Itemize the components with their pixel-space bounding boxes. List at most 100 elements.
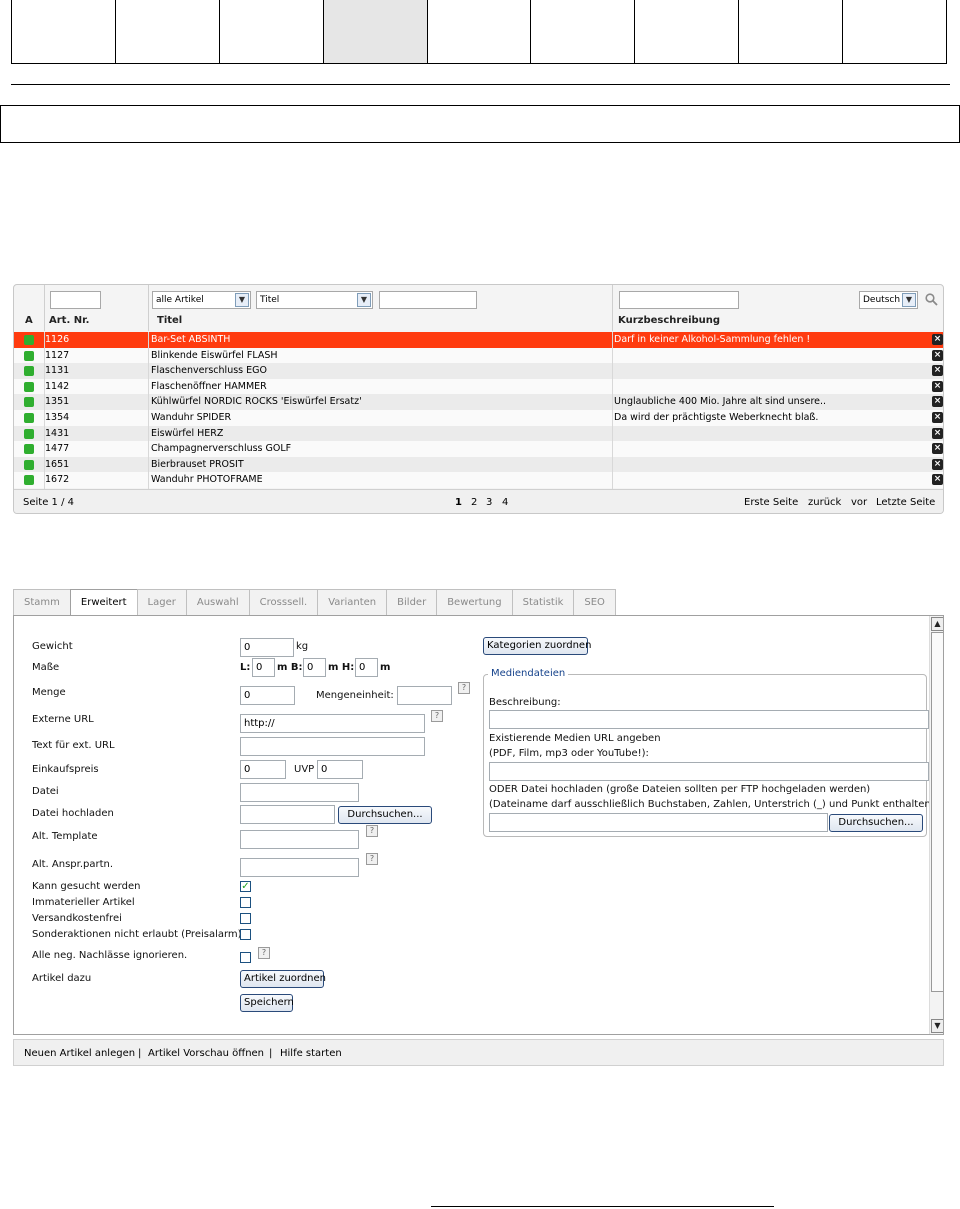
media-file-input[interactable] <box>489 813 828 832</box>
tab-auswahl[interactable]: Auswahl <box>185 589 250 616</box>
next-page-link[interactable]: vor <box>851 497 867 508</box>
close-icon[interactable]: × <box>932 380 943 392</box>
scroll-up-icon[interactable]: ▲ <box>931 617 943 631</box>
close-icon[interactable]: × <box>932 334 943 345</box>
top-nav-cell-active[interactable] <box>322 0 427 63</box>
text-ext-url-input[interactable] <box>240 737 425 756</box>
search-field-select[interactable]: Titel ▼ <box>256 291 373 309</box>
gewicht-input[interactable]: 0 <box>240 638 294 657</box>
help-icon[interactable]: ? <box>366 853 378 865</box>
preview-link[interactable]: Artikel Vorschau öffnen <box>148 1048 264 1059</box>
browse-button[interactable]: Durchsuchen... <box>338 806 432 824</box>
top-nav-cell[interactable] <box>530 0 634 63</box>
tab-seo[interactable]: SEO <box>573 589 616 616</box>
help-icon[interactable]: ? <box>366 825 378 837</box>
file-upload-input[interactable] <box>240 805 335 824</box>
width-input[interactable]: 0 <box>303 658 326 677</box>
close-icon[interactable]: × <box>932 365 943 377</box>
alt-template-input[interactable] <box>240 830 359 849</box>
last-page-link[interactable]: Letzte Seite <box>876 497 935 508</box>
art-nr-filter-input[interactable] <box>50 291 101 309</box>
col-header-titel[interactable]: Titel <box>157 315 182 326</box>
searchable-checkbox[interactable]: ✓ <box>240 881 251 892</box>
table-row[interactable]: 1351 Kühlwürfel NORDIC ROCKS 'Eiswürfel … <box>14 394 943 410</box>
tab-lager[interactable]: Lager <box>136 589 187 616</box>
title-filter-input[interactable] <box>379 291 477 309</box>
ignore-discounts-checkbox[interactable] <box>240 952 251 963</box>
close-icon[interactable]: × <box>932 411 943 423</box>
menge-input[interactable]: 0 <box>240 686 295 705</box>
new-article-link[interactable]: Neuen Artikel anlegen <box>24 1048 135 1059</box>
height-input[interactable]: 0 <box>355 658 378 677</box>
scroll-down-icon[interactable]: ▼ <box>931 1019 943 1033</box>
top-nav-cell[interactable] <box>426 0 531 63</box>
save-button[interactable]: Speichern <box>240 994 294 1012</box>
tab-bewertung[interactable]: Bewertung <box>436 589 513 616</box>
help-icon[interactable]: ? <box>458 682 470 694</box>
tab-bilder[interactable]: Bilder <box>386 589 438 616</box>
media-url-input[interactable] <box>489 762 929 781</box>
table-row[interactable]: 1354 Wanduhr SPIDER Da wird der prächtig… <box>14 409 943 426</box>
col-header-kurzbeschreibung[interactable]: Kurzbeschreibung <box>618 315 720 326</box>
help-link[interactable]: Hilfe starten <box>280 1048 342 1059</box>
close-icon[interactable]: × <box>932 474 943 486</box>
mengeneinheit-input[interactable] <box>397 686 452 705</box>
tab-crosssell[interactable]: Crosssell. <box>248 589 319 616</box>
prev-page-link[interactable]: zurück <box>808 497 841 508</box>
status-dot-icon <box>24 335 34 345</box>
tab-erweitert[interactable]: Erweitert <box>69 589 138 617</box>
help-icon[interactable]: ? <box>258 947 270 959</box>
page-link-2[interactable]: 2 <box>471 497 477 508</box>
close-icon[interactable]: × <box>932 443 943 455</box>
language-select[interactable]: Deutsch ▼ <box>859 291 918 309</box>
table-row[interactable]: 1431 Eiswürfel HERZ × <box>14 425 943 442</box>
magnifier-icon[interactable] <box>925 293 938 306</box>
table-row[interactable]: 1127 Blinkende Eiswürfel FLASH × <box>14 347 943 364</box>
col-header-a[interactable]: A <box>25 315 33 326</box>
externe-url-input[interactable]: http:// <box>240 714 425 733</box>
article-type-select[interactable]: alle Artikel ▼ <box>152 291 251 309</box>
einkaufspreis-input[interactable]: 0 <box>240 760 286 779</box>
length-input[interactable]: 0 <box>252 658 275 677</box>
assign-categories-button[interactable]: Kategorien zuordnen <box>483 637 591 655</box>
table-row-selected[interactable]: 1126 Bar-Set ABSINTH Darf in keiner Alko… <box>14 332 943 348</box>
close-icon[interactable]: × <box>932 349 943 361</box>
no-specials-checkbox[interactable] <box>240 929 251 940</box>
media-browse-button[interactable]: Durchsuchen... <box>829 814 923 832</box>
help-icon[interactable]: ? <box>431 710 443 722</box>
cell-titel: Wanduhr SPIDER <box>151 411 232 423</box>
kurz-filter-input[interactable] <box>619 291 739 309</box>
free-shipping-checkbox[interactable] <box>240 913 251 924</box>
tab-varianten[interactable]: Varianten <box>317 589 388 616</box>
close-icon[interactable]: × <box>932 427 943 439</box>
scroll-thumb[interactable] <box>931 632 943 992</box>
top-nav-cell[interactable] <box>12 0 115 63</box>
table-row[interactable]: 1477 Champagnerverschluss GOLF × <box>14 441 943 457</box>
close-icon[interactable]: × <box>932 458 943 470</box>
top-nav-cell[interactable] <box>114 0 219 63</box>
table-row[interactable]: 1651 Bierbrauset PROSIT × <box>14 456 943 473</box>
tab-stamm[interactable]: Stamm <box>13 589 71 616</box>
top-nav-cell[interactable] <box>634 0 738 63</box>
search-bar[interactable] <box>0 105 960 143</box>
col-header-art-nr[interactable]: Art. Nr. <box>49 315 89 326</box>
top-nav-cell[interactable] <box>842 0 946 63</box>
form-scrollbar[interactable]: ▲ ▼ <box>929 616 943 1034</box>
first-page-link[interactable]: Erste Seite <box>744 497 798 508</box>
alt-anspr-input[interactable] <box>240 858 359 877</box>
table-row[interactable]: 1131 Flaschenverschluss EGO × <box>14 363 943 379</box>
page-link-1[interactable]: 1 <box>455 497 462 508</box>
media-description-input[interactable] <box>489 710 929 729</box>
top-nav-cell[interactable] <box>218 0 323 63</box>
datei-input[interactable] <box>240 783 359 802</box>
assign-articles-button[interactable]: Artikel zuordnen <box>240 970 326 988</box>
table-row[interactable]: 1672 Wanduhr PHOTOFRAME × <box>14 472 943 488</box>
top-nav-cell[interactable] <box>738 0 842 63</box>
uvp-input[interactable]: 0 <box>317 760 363 779</box>
tab-statistik[interactable]: Statistik <box>511 589 575 616</box>
page-link-4[interactable]: 4 <box>502 497 508 508</box>
table-row[interactable]: 1142 Flaschenöffner HAMMER × <box>14 378 943 395</box>
page-link-3[interactable]: 3 <box>486 497 492 508</box>
immaterial-checkbox[interactable] <box>240 897 251 908</box>
close-icon[interactable]: × <box>932 396 943 408</box>
